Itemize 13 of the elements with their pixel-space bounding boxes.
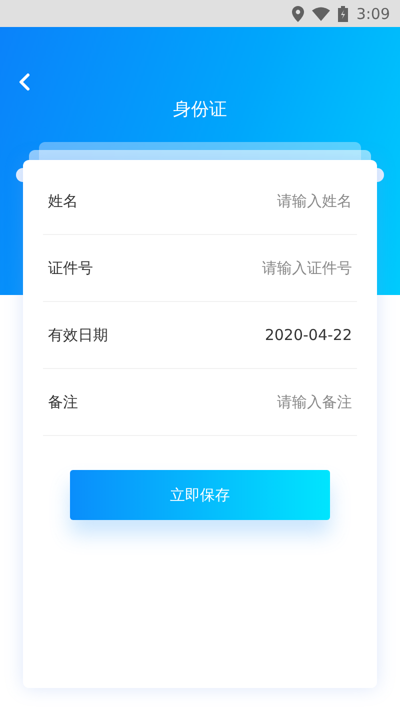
location-icon	[292, 6, 304, 22]
battery-icon	[338, 6, 348, 22]
page-title: 身份证	[173, 98, 227, 121]
input-field[interactable]: 请输入姓名	[192, 192, 352, 210]
input-field[interactable]: 请输入备注	[192, 393, 352, 411]
input-field[interactable]: 请输入证件号	[192, 259, 352, 277]
field-label: 备注	[48, 392, 78, 412]
status-time: 3:09	[356, 4, 390, 22]
field-label: 证件号	[48, 258, 93, 278]
field-label: 姓名	[48, 192, 78, 210]
wifi-icon	[312, 6, 330, 20]
field-label: 有效日期	[48, 326, 108, 344]
date-value[interactable]: 2020-04-22	[264, 326, 352, 344]
